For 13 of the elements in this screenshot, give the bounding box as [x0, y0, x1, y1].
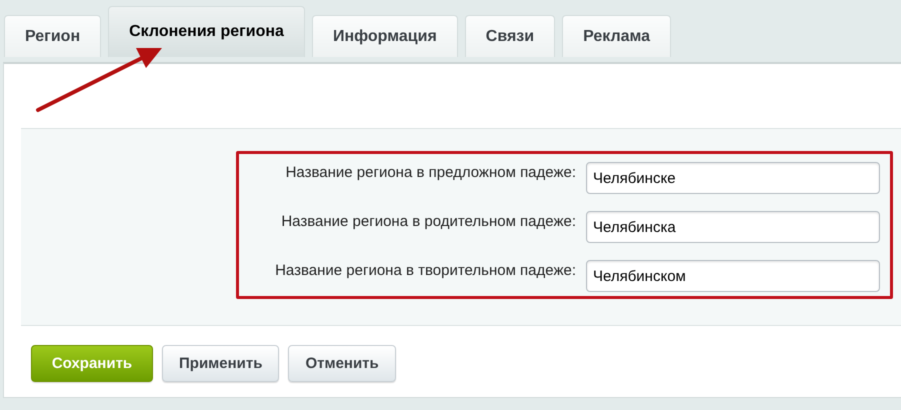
action-button[interactable]: Применить [162, 345, 280, 382]
tab[interactable]: Информация [312, 15, 458, 57]
input-field[interactable]: Челябинском [586, 260, 880, 292]
input-field[interactable]: Челябинске [586, 162, 880, 194]
input-field[interactable]: Челябинска [586, 211, 880, 243]
tab[interactable]: Реклама [562, 15, 672, 57]
tab[interactable]: Склонения региона [108, 6, 305, 57]
tab[interactable]: Связи [464, 15, 556, 57]
field-label: Название региона в предложном падеже: [286, 163, 576, 181]
field-label: Название региона в творительном падеже: [275, 261, 576, 279]
tab[interactable]: Регион [4, 15, 102, 57]
action-button[interactable]: Отменить [288, 345, 396, 382]
field-label: Название региона в родительном падеже: [281, 212, 576, 230]
